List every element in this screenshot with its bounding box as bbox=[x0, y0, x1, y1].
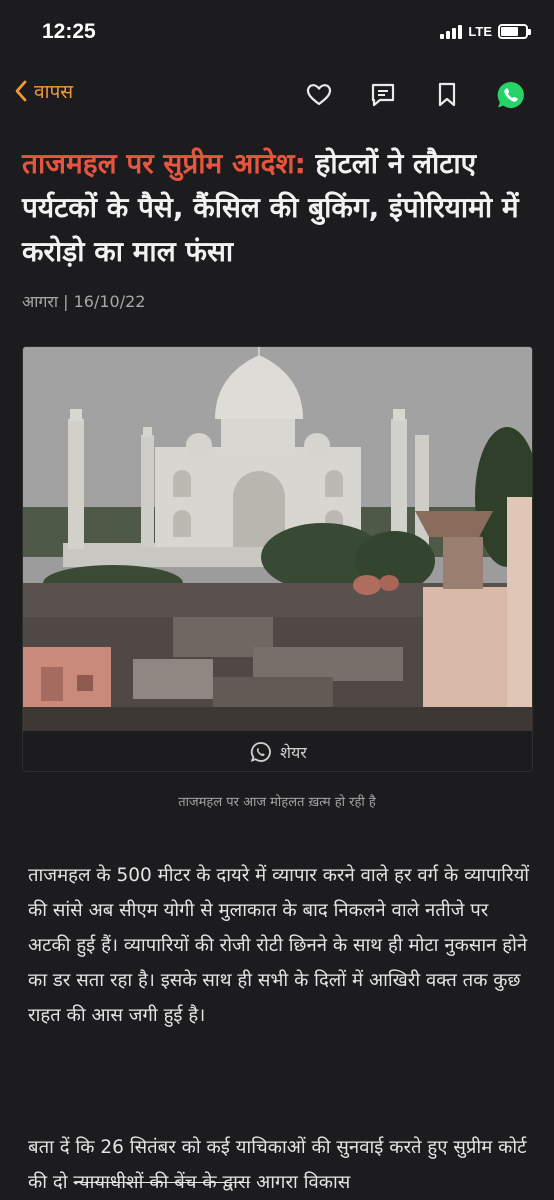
back-label: वापस bbox=[34, 81, 74, 103]
battery-level bbox=[501, 27, 518, 36]
battery-icon bbox=[498, 24, 531, 39]
image-caption: ताजमहल पर आज मोहलत ख़त्म हो रही है bbox=[178, 795, 376, 810]
article-image-card: शेयर bbox=[22, 346, 533, 772]
comment-icon[interactable] bbox=[368, 80, 398, 110]
nav-actions bbox=[304, 80, 526, 110]
bookmark-icon[interactable] bbox=[432, 80, 462, 110]
share-button[interactable]: शेयर bbox=[23, 731, 532, 771]
article-paragraph: बता दें कि 26 सितंबर को कई याचिकाओं की स… bbox=[28, 1130, 532, 1200]
network-type: LTE bbox=[468, 24, 492, 39]
heart-icon[interactable] bbox=[304, 80, 334, 110]
share-label: शेयर bbox=[280, 743, 307, 762]
chevron-left-icon bbox=[15, 80, 27, 102]
article-headline: ताजमहल पर सुप्रीम आदेश: होटलों ने लौटाए … bbox=[22, 142, 534, 274]
struck-text: न्यायाधीशों की बेंच के द्वारा bbox=[73, 1172, 251, 1193]
article-paragraph: ताजमहल के 500 मीटर के दायरे में व्यापार … bbox=[28, 865, 530, 1026]
status-bar: 12:25 LTE bbox=[0, 0, 554, 66]
whatsapp-outline-icon bbox=[250, 742, 272, 762]
headline-highlight: ताजमहल पर सुप्रीम आदेश: bbox=[22, 147, 306, 180]
paragraph-text: आगरा विकास bbox=[250, 1172, 351, 1193]
back-button[interactable]: वापस bbox=[14, 78, 73, 104]
taj-mahal-photo bbox=[23, 347, 532, 731]
status-indicators: LTE bbox=[440, 24, 531, 39]
article-byline: आगरा | 16/10/22 bbox=[22, 292, 146, 311]
nav-bar: वापस bbox=[0, 66, 554, 124]
status-time: 12:25 bbox=[42, 20, 96, 43]
whatsapp-icon[interactable] bbox=[496, 80, 526, 110]
signal-icon bbox=[440, 24, 463, 39]
